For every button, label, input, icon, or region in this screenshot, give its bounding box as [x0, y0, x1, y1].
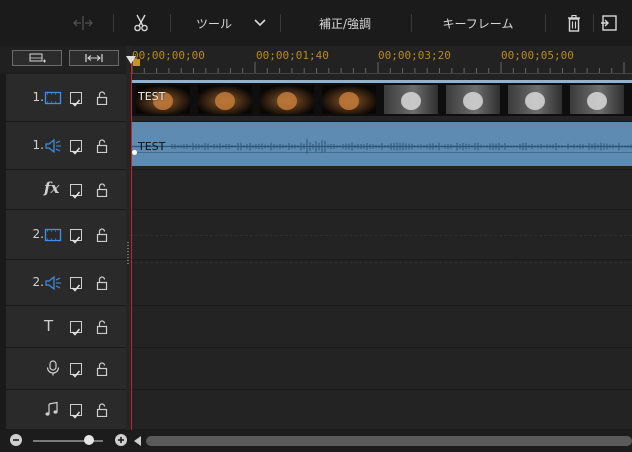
timecode-label: 00;00;00;00 — [132, 49, 205, 62]
track-header-fx[interactable]: fx — [6, 170, 126, 210]
split-disabled-button[interactable] — [66, 0, 100, 46]
chevron-down-icon — [254, 19, 266, 27]
fit-timeline-button[interactable] — [69, 50, 119, 66]
track-header-audio-2[interactable]: 2. — [6, 260, 126, 306]
track-enable-checkbox[interactable] — [70, 184, 82, 199]
unlock-icon[interactable] — [96, 362, 108, 376]
check-icon — [71, 370, 81, 378]
scroll-left-icon[interactable] — [134, 436, 142, 446]
track-enable-checkbox[interactable] — [70, 321, 82, 336]
zoom-in-icon[interactable] — [114, 433, 128, 447]
track-headers: 1. 1. fx 2. 2. T — [6, 74, 126, 430]
speaker-icon — [45, 275, 61, 291]
check-icon — [71, 236, 81, 244]
trash-icon — [568, 14, 580, 32]
volume-keyframe[interactable] — [132, 150, 137, 155]
cut-button[interactable] — [128, 0, 154, 46]
track-header-audio-1[interactable]: 1. — [6, 122, 126, 170]
video-track-icon — [44, 91, 62, 105]
track-lane-fx[interactable] — [130, 170, 632, 210]
unlock-icon[interactable] — [96, 139, 108, 153]
delete-button[interactable] — [562, 0, 586, 46]
correction-label: 補正/強調 — [318, 16, 372, 31]
zoom-out-icon[interactable] — [9, 433, 23, 447]
tools-dropdown[interactable]: ツール — [196, 0, 276, 46]
timeline-footer — [0, 430, 632, 452]
lane-guide — [130, 262, 632, 263]
track-number: 2. — [32, 227, 44, 241]
track-enable-checkbox[interactable] — [70, 404, 82, 419]
video-clip[interactable]: TEST — [132, 80, 632, 116]
lane-guide — [130, 235, 632, 236]
unlock-icon[interactable] — [96, 276, 108, 290]
scissors-icon — [134, 14, 148, 32]
splitter-grip[interactable] — [127, 242, 129, 264]
track-manager-button[interactable] — [12, 50, 62, 66]
title-icon: T — [44, 317, 54, 335]
split-icon — [73, 16, 93, 30]
timecode-label: 00;00;05;00 — [501, 49, 574, 62]
track-number: 1. — [32, 90, 44, 104]
tools-label: ツール — [196, 16, 233, 31]
check-icon — [71, 328, 81, 336]
track-number: 2. — [32, 275, 44, 289]
audio-clip[interactable]: TEST — [132, 122, 632, 166]
track-number: 1. — [32, 138, 44, 152]
video-thumbnails — [136, 85, 624, 114]
playhead-line[interactable] — [131, 58, 132, 430]
fit-width-icon — [85, 54, 103, 62]
unlock-icon[interactable] — [96, 183, 108, 197]
horizontal-scrollbar[interactable] — [146, 436, 632, 446]
track-enable-checkbox[interactable] — [70, 363, 82, 378]
zoom-slider-thumb[interactable] — [84, 435, 94, 445]
track-header-toolbar — [0, 46, 126, 72]
track-enable-checkbox[interactable] — [70, 229, 82, 244]
track-header-video-2[interactable]: 2. — [6, 210, 126, 260]
timeline-ruler[interactable]: 00;00;00;00 00;00;01;40 00;00;03;20 00;0… — [130, 46, 632, 74]
keyframe-label: キーフレーム — [442, 16, 514, 31]
timecode-label: 00;00;03;20 — [378, 49, 451, 62]
toolbar: ツール 補正/強調 キーフレーム — [0, 0, 632, 46]
correction-enhance-button[interactable]: 補正/強調 — [300, 0, 390, 46]
fx-icon: fx — [44, 179, 60, 197]
check-icon — [71, 411, 81, 419]
track-header-video-1[interactable]: 1. — [6, 74, 126, 122]
track-header-music[interactable] — [6, 390, 126, 430]
microphone-icon — [46, 360, 60, 376]
check-icon — [71, 284, 81, 292]
timeline-tracks[interactable]: TEST TEST — [130, 74, 632, 430]
timecode-label: 00;00;01;40 — [256, 49, 329, 62]
track-header-voice[interactable] — [6, 348, 126, 390]
audio-waveform — [132, 139, 632, 154]
track-enable-checkbox[interactable] — [70, 92, 82, 107]
video-track-icon — [44, 228, 62, 242]
check-icon — [71, 191, 81, 199]
track-lane-voice[interactable] — [130, 348, 632, 390]
music-icon — [45, 401, 58, 416]
check-icon — [71, 147, 81, 155]
track-enable-checkbox[interactable] — [70, 140, 82, 155]
speaker-icon — [45, 138, 61, 154]
unlock-icon[interactable] — [96, 320, 108, 334]
export-icon — [601, 15, 617, 31]
track-lane-music[interactable] — [130, 390, 632, 430]
unlock-icon[interactable] — [96, 228, 108, 242]
playhead-handle[interactable] — [126, 56, 136, 64]
keyframe-button[interactable]: キーフレーム — [430, 0, 526, 46]
more-tools-button[interactable] — [600, 0, 632, 46]
track-manager-icon — [29, 53, 46, 63]
track-header-title[interactable]: T — [6, 306, 126, 348]
track-lane-audio-2[interactable] — [130, 260, 632, 306]
unlock-icon[interactable] — [96, 403, 108, 417]
unlock-icon[interactable] — [96, 91, 108, 105]
track-enable-checkbox[interactable] — [70, 277, 82, 292]
check-icon — [71, 99, 81, 107]
video-clip-label: TEST — [138, 90, 166, 103]
audio-clip-label: TEST — [138, 140, 166, 153]
track-lane-title[interactable] — [130, 306, 632, 348]
